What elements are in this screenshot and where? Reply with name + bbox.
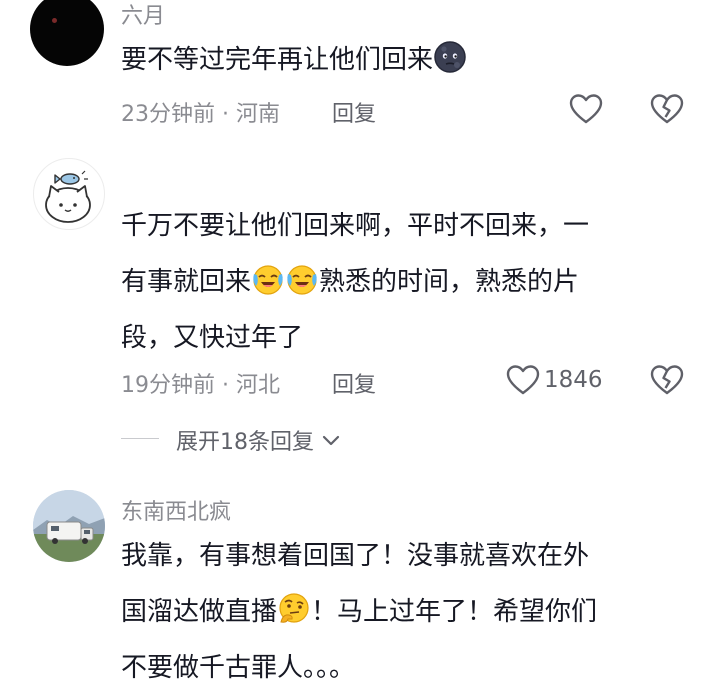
comment-segment: 国溜达做直播 [121, 597, 278, 627]
avatar[interactable] [33, 158, 105, 230]
comment-segment: 熟悉的时间，熟悉的片 [319, 267, 580, 297]
time-location: 23分钟前 · 河南 [121, 102, 280, 127]
expand-replies-label: 展开18条回复 [176, 430, 314, 455]
broken-heart-icon[interactable] [650, 93, 684, 125]
comment-line: 我靠，有事想着回国了！没事就喜欢在外 [121, 541, 590, 571]
heart-outline-icon[interactable] [569, 93, 603, 125]
heart-outline-icon[interactable] [506, 364, 540, 396]
username[interactable]: 东南西北疯 [121, 494, 231, 526]
comment-text: 我靠，有事想着回国了！没事就喜欢在外 国溜达做直播 ！马上过年了！希望你们 不要… [121, 528, 597, 696]
avatar[interactable] [33, 490, 105, 562]
username[interactable]: 六月 [121, 0, 165, 30]
rv-landscape-avatar-icon [33, 490, 105, 562]
comment-line: 要不等过完年再让他们回来 [121, 45, 434, 75]
crying-laughing-face-emoji [253, 265, 283, 295]
like-count: 1846 [544, 367, 603, 393]
divider [121, 438, 159, 439]
thinking-face-emoji [279, 593, 309, 623]
time-location: 19分钟前 · 河北 [121, 373, 280, 398]
cartoon-cat-fish-avatar-icon [45, 170, 91, 223]
comment-line: 段，又快过年了 [121, 323, 304, 353]
comment-text: 要不等过完年再让他们回来 [121, 32, 467, 88]
reply-button[interactable]: 回复 [332, 367, 376, 399]
expand-replies-button[interactable]: 展开18条回复 [176, 424, 341, 456]
comment-segment: ！马上过年了！希望你们 [311, 597, 598, 627]
dark-moon-face-emoji [434, 41, 466, 73]
comment-segment: 有事就回来 [121, 267, 252, 297]
crying-laughing-face-emoji [287, 265, 317, 295]
chevron-down-icon [322, 435, 340, 446]
avatar[interactable] [30, 0, 104, 66]
comment-text: 千万不要让他们回来啊，平时不回来，一 有事就回来 熟悉的时间，熟悉的片 段，又快… [121, 198, 589, 366]
broken-heart-icon[interactable] [650, 364, 684, 396]
comment-line: 国溜达做直播 ！马上过年了！希望你们 [121, 584, 597, 640]
reply-button[interactable]: 回复 [332, 96, 376, 128]
comment-line: 千万不要让他们回来啊，平时不回来，一 [121, 211, 590, 241]
comment-line: 有事就回来 熟悉的时间，熟悉的片 [121, 254, 589, 310]
